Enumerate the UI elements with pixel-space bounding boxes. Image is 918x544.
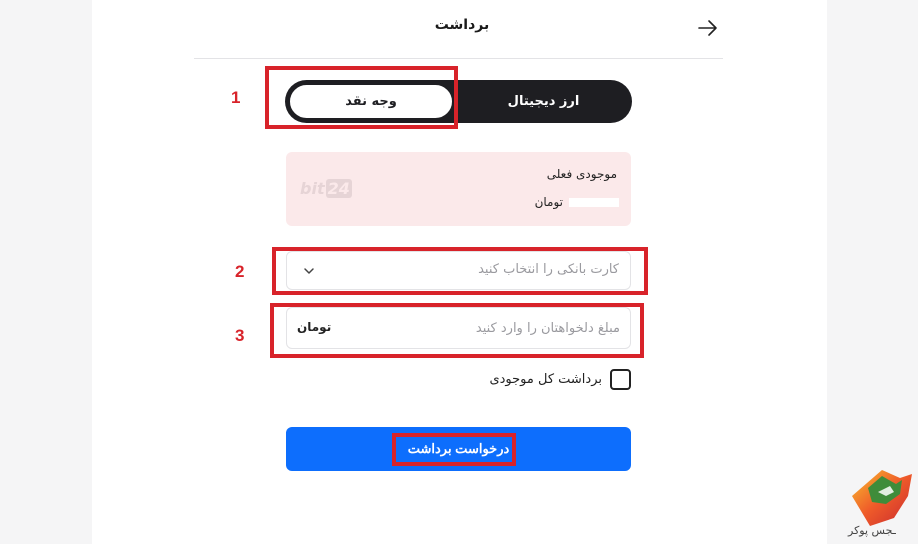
annotation-number-2: 2 (235, 262, 245, 281)
balance-card: bit 24 موجودی فعلی تومان (286, 152, 631, 226)
tab-crypto[interactable]: ارز دیجیتال (455, 80, 632, 123)
bit24-logo: bit 24 (300, 179, 352, 198)
balance-label: موجودی فعلی (546, 167, 617, 181)
annotation-box-submit (392, 433, 516, 466)
header-divider (194, 58, 723, 59)
watermark-text: ـجس پوکر (848, 524, 896, 537)
annotation-box-3 (270, 303, 644, 358)
annotation-number-3: 3 (235, 326, 245, 345)
withdraw-all-label: برداشت کل موجودی (489, 372, 602, 387)
withdraw-all-row: برداشت کل موجودی (489, 369, 631, 390)
withdraw-all-checkbox[interactable] (610, 369, 631, 390)
annotation-number-1: 1 (231, 88, 241, 107)
back-arrow-icon[interactable] (697, 18, 719, 38)
balance-amount-redacted (569, 197, 619, 207)
annotation-box-1 (265, 66, 458, 129)
page-title: برداشت (434, 17, 490, 33)
balance-currency: تومان (534, 195, 563, 209)
balance-value: تومان (535, 195, 619, 209)
annotation-box-2 (272, 247, 648, 295)
